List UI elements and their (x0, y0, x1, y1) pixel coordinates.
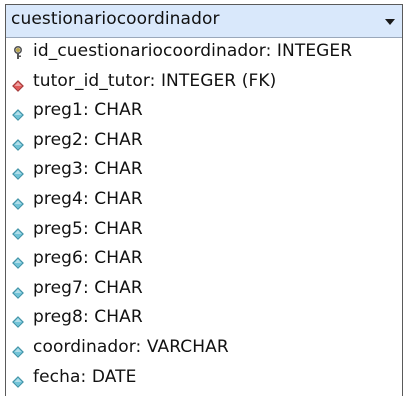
column-label: preg6: CHAR (33, 248, 143, 269)
primary-key-icon (12, 45, 24, 59)
column-row[interactable]: preg5: CHAR (6, 217, 402, 245)
column-row[interactable]: preg8: CHAR (6, 305, 402, 333)
column-icon (12, 373, 24, 388)
column-icon (12, 343, 24, 358)
column-label: preg8: CHAR (33, 307, 143, 328)
foreign-key-icon (12, 77, 24, 92)
column-label: preg3: CHAR (33, 159, 143, 180)
column-row[interactable]: id_cuestionariocoordinador: INTEGER (6, 39, 402, 67)
column-icon (12, 136, 24, 151)
column-row[interactable]: fecha: DATE (6, 365, 402, 393)
column-row[interactable]: preg2: CHAR (6, 128, 402, 156)
entity-header[interactable]: cuestionariocoordinador (6, 5, 402, 38)
column-row[interactable]: preg6: CHAR (6, 246, 402, 274)
column-icon (12, 254, 24, 270)
entity-title: cuestionariocoordinador (11, 9, 220, 29)
entity-table-cuestionariocoordinador[interactable]: cuestionariocoordinador id_cuestionarioc… (5, 4, 403, 396)
column-row[interactable]: preg1: CHAR (6, 98, 402, 126)
column-label: tutor_id_tutor: INTEGER (FK) (33, 70, 277, 91)
column-label: preg1: CHAR (33, 100, 143, 121)
column-icon (12, 195, 24, 210)
column-row[interactable]: tutor_id_tutor: INTEGER (FK) (6, 69, 402, 97)
column-icon (12, 225, 24, 240)
column-label: preg2: CHAR (33, 129, 143, 150)
column-icon (12, 106, 24, 122)
column-icon (12, 165, 24, 181)
column-icon (12, 313, 24, 329)
column-row[interactable]: preg7: CHAR (6, 276, 402, 304)
column-label: coordinador: VARCHAR (33, 337, 229, 357)
column-label: preg5: CHAR (33, 218, 143, 239)
column-icon (12, 284, 24, 299)
column-label: fecha: DATE (33, 366, 137, 387)
column-row[interactable]: preg4: CHAR (6, 187, 402, 215)
column-row[interactable]: preg3: CHAR (6, 157, 402, 185)
column-label: preg4: CHAR (33, 189, 143, 209)
chevron-down-icon[interactable] (385, 19, 395, 25)
column-label: preg7: CHAR (33, 277, 143, 298)
column-row[interactable]: coordinador: VARCHAR (6, 335, 402, 363)
column-label: id_cuestionariocoordinador: INTEGER (33, 41, 353, 61)
